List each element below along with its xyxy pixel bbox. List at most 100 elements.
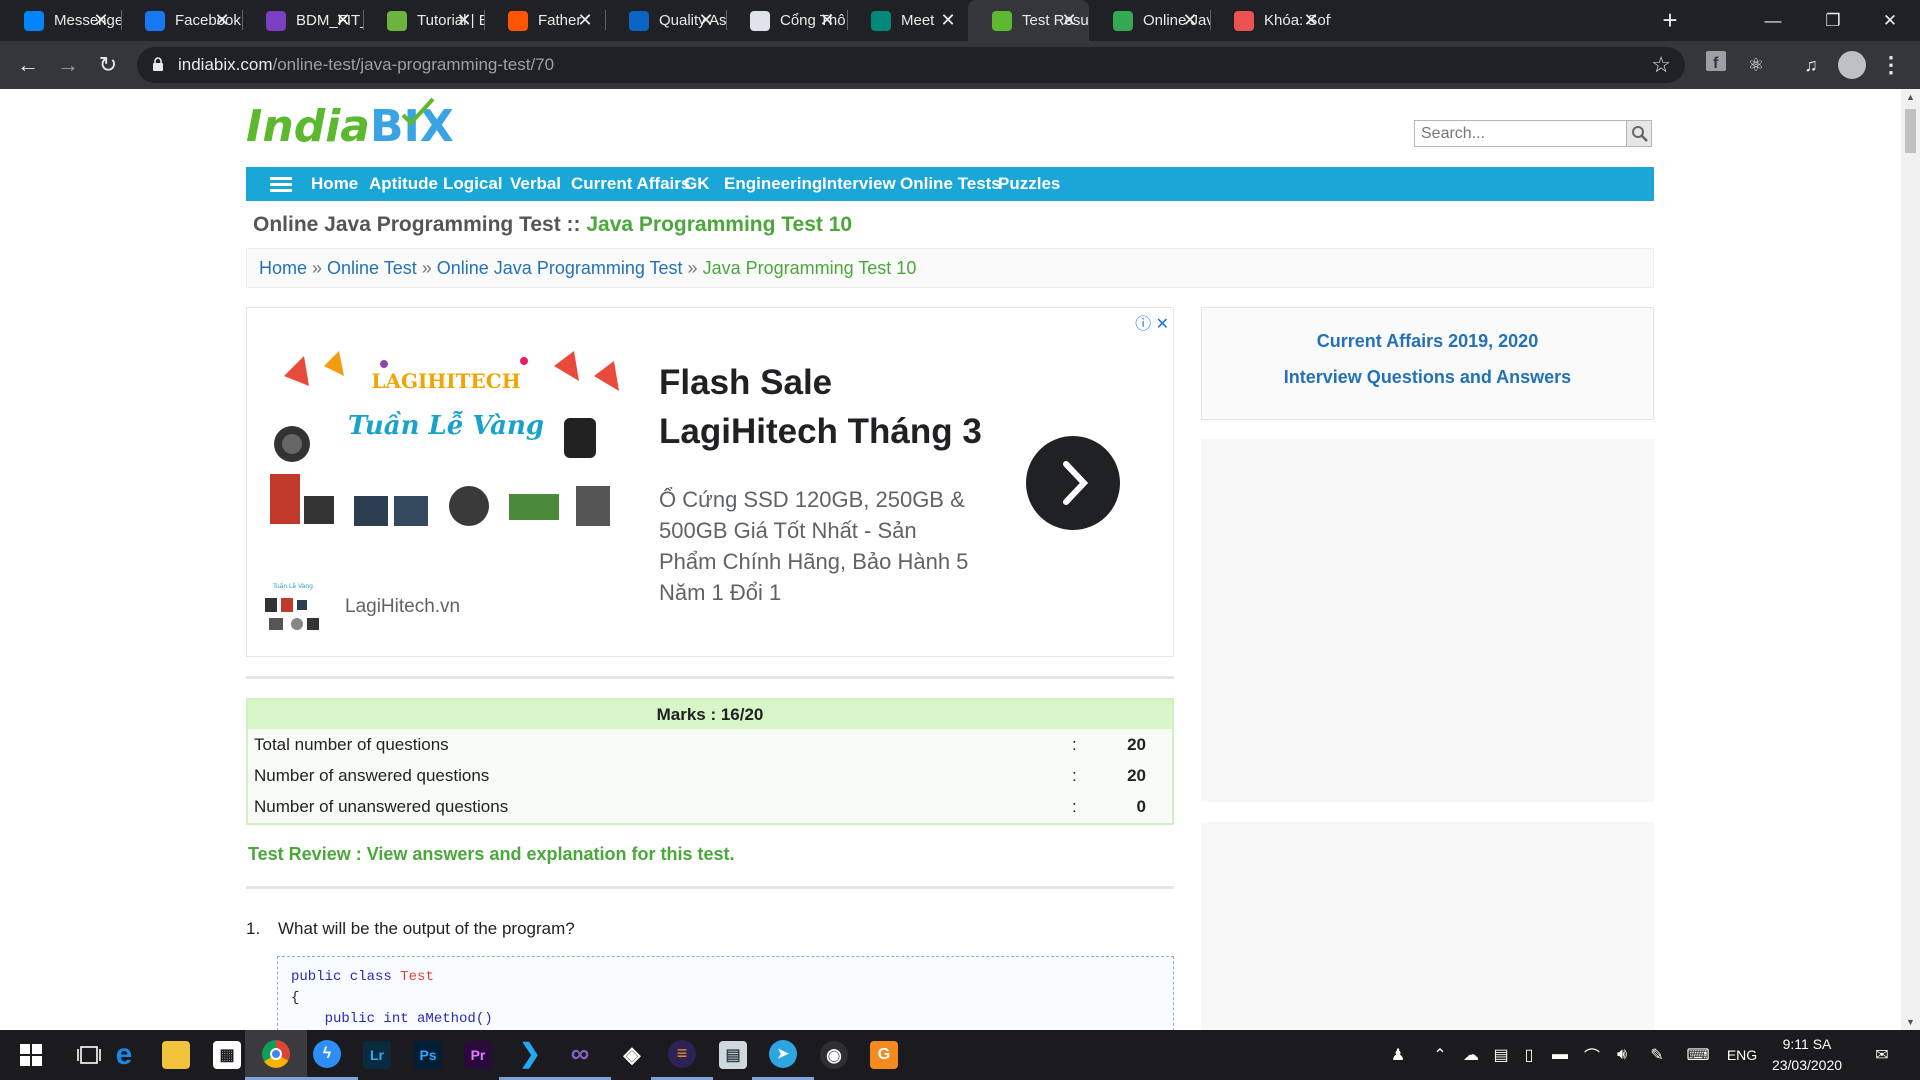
show-hidden-icons[interactable]: ⌃ <box>1428 1030 1452 1080</box>
browser-tab[interactable]: Khóa: Soft ✕ <box>1210 0 1331 41</box>
tab-close-icon[interactable]: ✕ <box>575 10 595 30</box>
vpn-icon[interactable]: ▤ <box>1488 1030 1514 1080</box>
lock-icon <box>153 57 163 71</box>
nav-item-gk[interactable]: GK <box>684 167 710 201</box>
start-button[interactable] <box>0 1030 62 1080</box>
url-text: indiabix.com/online-test/java-programmin… <box>178 55 555 74</box>
breadcrumb-home[interactable]: Home <box>259 258 307 278</box>
tab-close-icon[interactable]: ✕ <box>1301 10 1321 30</box>
table-row: Number of answered questions:20 <box>248 760 1172 791</box>
tab-close-icon[interactable]: ✕ <box>696 10 716 30</box>
tab-close-icon[interactable]: ✕ <box>333 10 353 30</box>
tab-close-icon[interactable]: ✕ <box>1059 10 1079 30</box>
restore-button[interactable]: ❐ <box>1803 0 1863 41</box>
tab-separator <box>1210 10 1211 30</box>
browser-tab[interactable]: Cổng Thô ✕ <box>726 0 847 41</box>
media-control-icon[interactable]: ♫ <box>1797 51 1825 79</box>
test-review-link[interactable]: Test Review : View answers and explanati… <box>248 844 734 865</box>
logo-check-icon <box>401 97 435 126</box>
address-bar[interactable]: indiabix.com/online-test/java-programmin… <box>137 47 1685 83</box>
udemy-icon <box>1234 10 1254 31</box>
scrollbar-thumb[interactable] <box>1905 109 1916 153</box>
react-devtools-icon[interactable]: ⚛ <box>1742 51 1770 79</box>
ad-headline[interactable]: Flash Sale LagiHitech Tháng 3 <box>659 358 982 456</box>
search-button[interactable] <box>1626 121 1651 146</box>
hamburger-menu-icon[interactable] <box>270 177 292 192</box>
people-icon[interactable]: ♟ <box>1380 1030 1416 1080</box>
main-nav: Home Aptitude Logical Verbal Current Affairs… <box>246 167 1654 201</box>
edge-icon: e <box>115 1038 133 1071</box>
battery-icon[interactable]: ▬ <box>1546 1030 1574 1080</box>
tab-close-icon[interactable]: ✕ <box>212 10 232 30</box>
breadcrumb: Home » Online Test » Online Java Program… <box>246 248 1654 288</box>
browser-tab[interactable]: Quality As ✕ <box>605 0 726 41</box>
profile-avatar[interactable] <box>1838 51 1866 79</box>
bookmark-star-icon[interactable]: ☆ <box>1651 52 1671 78</box>
wifi-icon[interactable]: ⌒ <box>1578 1030 1606 1080</box>
reload-button[interactable]: ↻ <box>92 49 124 81</box>
photoshop-icon: Ps <box>414 1041 442 1069</box>
page-scrollbar[interactable]: ▲ ▼ <box>1901 89 1920 1030</box>
scroll-up-arrow[interactable]: ▲ <box>1901 89 1920 105</box>
pen-icon[interactable]: ✎ <box>1640 1030 1674 1080</box>
breadcrumb-online-test[interactable]: Online Test <box>327 258 417 278</box>
browser-tab[interactable]: Test Resul ✕ <box>968 0 1089 41</box>
ad-next-button[interactable] <box>1026 436 1120 530</box>
code-icon <box>1113 10 1133 31</box>
browser-tab[interactable]: Meet ✕ <box>847 0 968 41</box>
tab-separator <box>726 10 727 30</box>
browser-toolbar: ← → ↻ indiabix.com/online-test/java-prog… <box>0 41 1920 89</box>
nav-item-puzzles[interactable]: Puzzles <box>998 167 1060 201</box>
volume-icon[interactable]: 🔊︎ <box>1608 1030 1636 1080</box>
store-icon: ▦ <box>213 1041 241 1069</box>
browser-tab[interactable]: Father ✕ <box>484 0 605 41</box>
marks-header: Marks : 16/20 <box>248 700 1172 729</box>
messenger-icon <box>24 10 44 31</box>
back-button[interactable]: ← <box>12 49 44 81</box>
nav-item-engineering[interactable]: Engineering <box>724 167 822 201</box>
advertisement[interactable]: ⓘ ✕ LAGIHITECH Tuần Lễ Vàng Flash Sale L… <box>246 307 1174 657</box>
current-affairs-link[interactable]: Current Affairs 2019, 2020 <box>1202 331 1653 352</box>
tab-close-icon[interactable]: ✕ <box>938 10 958 30</box>
browser-tab[interactable]: Tutorial | E ✕ <box>363 0 484 41</box>
system-clock[interactable]: 9:11 SA 23/03/2020 <box>1767 1034 1847 1076</box>
ad-site-name[interactable]: LagiHitech.vn <box>345 596 460 618</box>
indiabix-logo[interactable]: IndiaBIX <box>246 97 454 152</box>
nav-item-home[interactable]: Home <box>311 167 358 201</box>
browser-tab[interactable]: Messenger ✕ <box>0 0 121 41</box>
meet-icon <box>871 10 891 31</box>
browser-tab[interactable]: BDM_FIT_ ✕ <box>242 0 363 41</box>
ad-choices-icon[interactable]: ⓘ ✕ <box>1135 310 1169 334</box>
usb-icon[interactable]: ▯ <box>1516 1030 1542 1080</box>
nav-item-online-tests[interactable]: Online Tests <box>900 167 1001 201</box>
forward-button[interactable]: → <box>52 49 84 81</box>
taskbar-app[interactable]: G <box>853 1030 915 1080</box>
notifications-icon[interactable]: ✉ <box>1862 1030 1902 1080</box>
tab-close-icon[interactable]: ✕ <box>454 10 474 30</box>
windows-logo-icon <box>20 1044 42 1066</box>
chrome-menu-icon[interactable]: ⋮ <box>1880 51 1902 79</box>
search-input[interactable] <box>1415 121 1627 146</box>
breadcrumb-java-test[interactable]: Online Java Programming Test <box>437 258 683 278</box>
facebook-extension-icon[interactable]: f <box>1702 51 1730 79</box>
new-tab-button[interactable]: + <box>1655 5 1685 35</box>
interview-questions-link[interactable]: Interview Questions and Answers <box>1202 367 1653 388</box>
tab-close-icon[interactable]: ✕ <box>91 10 111 30</box>
chrome-icon <box>262 1039 290 1068</box>
touch-keyboard-icon[interactable]: ⌨ <box>1680 1030 1716 1080</box>
nav-item-logical[interactable]: Logical <box>443 167 503 201</box>
nav-item-verbal[interactable]: Verbal <box>510 167 561 201</box>
onedrive-icon[interactable]: ☁ <box>1456 1030 1486 1080</box>
tab-close-icon[interactable]: ✕ <box>1180 10 1200 30</box>
tab-close-icon[interactable]: ✕ <box>817 10 837 30</box>
browser-tab[interactable]: Facebook ✕ <box>121 0 242 41</box>
scroll-down-arrow[interactable]: ▼ <box>1901 1014 1920 1030</box>
minimize-button[interactable]: — <box>1743 0 1803 41</box>
close-window-button[interactable]: ✕ <box>1860 0 1920 41</box>
nav-item-aptitude[interactable]: Aptitude <box>369 167 438 201</box>
browser-tab[interactable]: Online Jav ✕ <box>1089 0 1210 41</box>
nav-item-interview[interactable]: Interview <box>822 167 896 201</box>
input-language[interactable]: ENG <box>1722 1030 1762 1080</box>
svg-text:Tuần Lễ Vàng: Tuần Lễ Vàng <box>272 582 313 590</box>
nav-item-current-affairs[interactable]: Current Affairs <box>571 167 690 201</box>
